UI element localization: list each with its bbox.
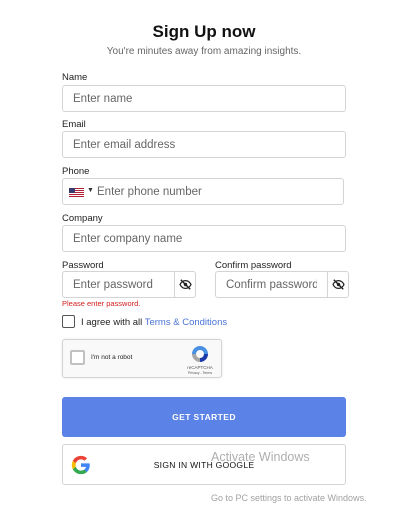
password-toggle-button[interactable] xyxy=(174,271,196,298)
us-flag-icon xyxy=(69,188,84,197)
name-input[interactable] xyxy=(62,85,346,112)
company-input[interactable] xyxy=(62,225,346,252)
recaptcha-widget: I'm not a robot reCAPTCHA Privacy - Term… xyxy=(62,339,222,378)
confirm-password-toggle-button[interactable] xyxy=(327,271,349,298)
recaptcha-label: I'm not a robot xyxy=(91,354,133,361)
terms-link[interactable]: Terms & Conditions xyxy=(145,317,227,328)
chevron-down-icon: ▼ xyxy=(87,187,94,194)
name-label: Name xyxy=(62,72,88,83)
eye-slash-icon xyxy=(178,279,192,290)
email-input[interactable] xyxy=(62,131,346,158)
country-selector[interactable]: ▼ xyxy=(67,184,95,200)
page-title: Sign Up now xyxy=(152,22,256,41)
company-label: Company xyxy=(62,213,103,224)
password-input[interactable] xyxy=(62,271,175,298)
confirm-password-input[interactable] xyxy=(215,271,328,298)
email-label: Email xyxy=(62,119,86,130)
terms-checkbox[interactable] xyxy=(62,315,75,328)
activate-windows-hint: Go to PC settings to activate Windows. xyxy=(211,493,367,503)
phone-field: ▼ xyxy=(62,178,344,205)
page-subtitle: You're minutes away from amazing insight… xyxy=(106,46,302,57)
confirm-password-label: Confirm password xyxy=(215,260,292,271)
phone-label: Phone xyxy=(62,166,90,177)
recaptcha-logo-icon xyxy=(192,346,208,362)
recaptcha-links[interactable]: Privacy - Terms xyxy=(181,371,219,375)
password-error-message: Please enter password. xyxy=(62,299,141,308)
eye-slash-icon xyxy=(331,279,345,290)
get-started-button[interactable]: GET STARTED xyxy=(62,397,346,437)
password-label: Password xyxy=(62,260,104,271)
activate-windows-watermark: Activate Windows xyxy=(211,450,310,464)
terms-label: I agree with all Terms & Conditions xyxy=(81,317,227,328)
terms-prefix: I agree with all xyxy=(81,317,143,328)
recaptcha-checkbox[interactable] xyxy=(70,350,85,365)
recaptcha-brand: reCAPTCHA xyxy=(187,365,213,370)
phone-input[interactable] xyxy=(97,179,341,204)
